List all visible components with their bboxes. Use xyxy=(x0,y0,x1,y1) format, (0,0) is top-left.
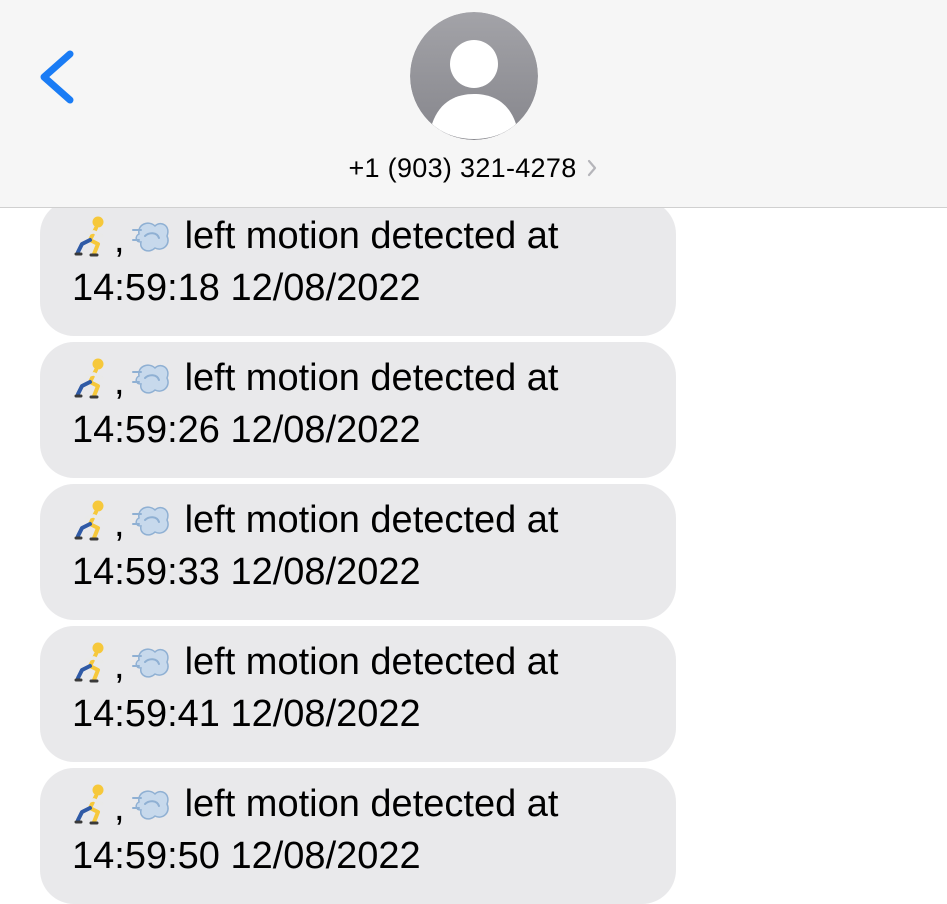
conversation-header: +1 (903) 321-4278 xyxy=(0,0,947,208)
person-running-icon xyxy=(72,782,112,826)
message-text: left motion detected at xyxy=(184,640,559,683)
message-bubble[interactable]: , left motion detected at 14:59:18 12/08… xyxy=(40,208,676,336)
message-text: left motion detected at xyxy=(184,214,559,257)
message-text: left motion detected at xyxy=(184,782,559,825)
message-timestamp: 14:59:26 12/08/2022 xyxy=(72,409,421,451)
chevron-right-icon xyxy=(585,157,599,179)
person-silhouette-icon xyxy=(410,12,538,140)
contact-number: +1 (903) 321-4278 xyxy=(348,152,577,183)
person-running-icon xyxy=(72,356,112,400)
message-list[interactable]: , left motion detected at 14:59:18 12/08… xyxy=(0,208,947,904)
dash-icon xyxy=(131,782,171,826)
emoji-separator: , xyxy=(114,644,125,687)
contact-avatar[interactable] xyxy=(410,12,538,140)
chevron-left-icon xyxy=(40,50,74,104)
message-bubble[interactable]: , left motion detected at 14:59:26 12/08… xyxy=(40,342,676,478)
emoji-separator: , xyxy=(114,502,125,545)
emoji-separator: , xyxy=(114,786,125,829)
dash-icon xyxy=(131,498,171,542)
dash-icon xyxy=(131,356,171,400)
back-button[interactable] xyxy=(30,40,90,115)
message-timestamp: 14:59:41 12/08/2022 xyxy=(72,693,421,735)
message-text: left motion detected at xyxy=(184,498,559,541)
message-timestamp: 14:59:33 12/08/2022 xyxy=(72,551,421,593)
person-running-icon xyxy=(72,214,112,258)
message-bubble[interactable]: , left motion detected at 14:59:50 12/08… xyxy=(40,768,676,904)
message-timestamp: 14:59:50 12/08/2022 xyxy=(72,835,421,877)
message-text: left motion detected at xyxy=(184,356,559,399)
contact-info-link[interactable]: +1 (903) 321-4278 xyxy=(0,148,947,188)
message-timestamp: 14:59:18 12/08/2022 xyxy=(72,267,421,309)
emoji-separator: , xyxy=(114,360,125,403)
message-bubble[interactable]: , left motion detected at 14:59:33 12/08… xyxy=(40,484,676,620)
emoji-separator: , xyxy=(114,218,125,261)
dash-icon xyxy=(131,214,171,258)
person-running-icon xyxy=(72,640,112,684)
message-bubble[interactable]: , left motion detected at 14:59:41 12/08… xyxy=(40,626,676,762)
dash-icon xyxy=(131,640,171,684)
person-running-icon xyxy=(72,498,112,542)
